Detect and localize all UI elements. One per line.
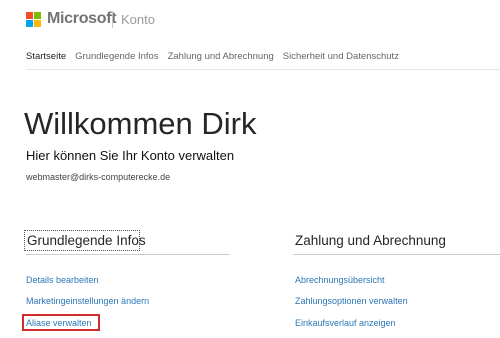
- nav-item-zahlung-und-abrechnung[interactable]: Zahlung und Abrechnung: [168, 51, 274, 62]
- link-marketingeinstellungen[interactable]: Marketingeinstellungen ändern: [26, 296, 149, 306]
- welcome-subtitle: Hier können Sie Ihr Konto verwalten: [26, 148, 235, 163]
- nav-item-sicherheit-und-datenschutz[interactable]: Sicherheit und Datenschutz: [283, 51, 399, 62]
- welcome-title: Willkommen Dirk: [24, 106, 257, 141]
- red-highlight-box: [22, 314, 100, 331]
- section-rule-basic-info: [26, 254, 230, 255]
- product-name[interactable]: Konto: [121, 12, 155, 27]
- link-einkaufsverlauf[interactable]: Einkaufsverlauf anzeigen: [295, 318, 396, 328]
- account-email: webmaster@dirks-computerecke.de: [26, 172, 171, 182]
- nav-divider: [26, 69, 500, 70]
- link-details-bearbeiten[interactable]: Details bearbeiten: [26, 275, 99, 285]
- nav-item-startseite[interactable]: Startseite: [26, 51, 66, 62]
- link-zahlungsoptionen[interactable]: Zahlungsoptionen verwalten: [295, 296, 408, 306]
- link-abrechnungsuebersicht[interactable]: Abrechnungsübersicht: [295, 275, 385, 285]
- section-title-payment[interactable]: Zahlung und Abrechnung: [295, 233, 446, 248]
- top-nav: Startseite Grundlegende Infos Zahlung und …: [26, 51, 408, 62]
- section-title-basic-info[interactable]: Grundlegende Infos: [27, 233, 146, 248]
- nav-item-grundlegende-infos[interactable]: Grundlegende Infos: [75, 51, 158, 62]
- header-divider: [112, 11, 113, 28]
- brand-name: Microsoft: [47, 10, 117, 27]
- section-rule-payment: [293, 254, 500, 255]
- microsoft-logo-icon: [26, 12, 41, 27]
